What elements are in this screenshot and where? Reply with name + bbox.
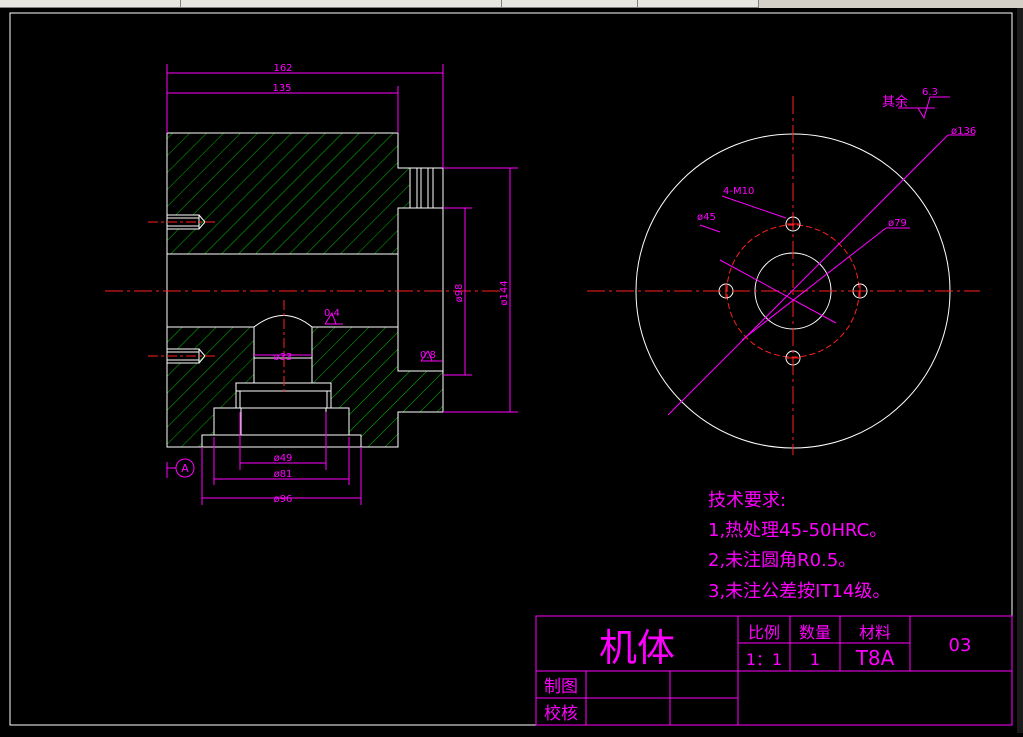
end-view (587, 96, 980, 455)
qty-value: 1 (810, 650, 820, 669)
roughness-rest-value: 6.3 (922, 87, 938, 98)
tech-line-1: 1,热处理45-50HRC。 (708, 520, 887, 541)
drawing-svg: 162 135 ø98 ø144 ø33 ø49 ø81 ø96 0.4 0.8… (9, 12, 1013, 726)
groove (409, 167, 444, 209)
window-top-bar (0, 0, 1023, 8)
dim-81: ø81 (274, 469, 293, 480)
dim-144: ø144 (499, 280, 510, 305)
dim-79: ø79 (888, 218, 907, 229)
dim-162: 162 (273, 63, 292, 74)
toolbar-segment[interactable] (502, 0, 638, 8)
tech-line-3: 3,未注公差按IT14级。 (708, 581, 890, 602)
qty-header: 数量 (799, 623, 831, 642)
toolbar-segment[interactable] (181, 0, 502, 8)
part-name: 机体 (599, 626, 675, 670)
roughness-08: 0.8 (420, 350, 436, 361)
dim-49: ø49 (274, 453, 293, 464)
tech-line-2: 2,未注圆角R0.5。 (708, 550, 856, 571)
section-view (105, 132, 505, 448)
roughness-rest-label: 其余 (882, 94, 908, 110)
toolbar-segment[interactable] (638, 0, 759, 8)
dim-136: ø136 (951, 126, 976, 137)
right-edge-bar (1017, 8, 1023, 733)
checked-by-label: 校核 (544, 704, 578, 724)
right-cavity (397, 207, 444, 372)
datum-label: A (181, 462, 189, 475)
drawing-number: 03 (949, 635, 972, 656)
material-value: T8A (855, 646, 895, 670)
scale-header: 比例 (748, 623, 780, 642)
dim-45: ø45 (697, 212, 716, 223)
tech-title: 技术要求: (708, 490, 786, 511)
toolbar-segment[interactable] (0, 0, 181, 8)
dim-135: 135 (272, 83, 291, 94)
roughness-04: 0.4 (324, 308, 340, 319)
technical-requirements: 技术要求: 1,热处理45-50HRC。 2,未注圆角R0.5。 3,未注公差按… (708, 490, 890, 602)
dim-33: ø33 (274, 352, 293, 363)
dim-96: ø96 (274, 494, 293, 505)
material-header: 材料 (859, 623, 891, 642)
scale-value: 1：1 (746, 650, 782, 669)
end-view-dimensions (667, 96, 975, 416)
cad-canvas[interactable]: 162 135 ø98 ø144 ø33 ø49 ø81 ø96 0.4 0.8… (0, 8, 1023, 733)
dim-m10: 4-M10 (723, 186, 754, 197)
drawing-border (9, 12, 1013, 726)
drawn-by-label: 制图 (544, 677, 578, 697)
dim-98: ø98 (454, 284, 465, 303)
